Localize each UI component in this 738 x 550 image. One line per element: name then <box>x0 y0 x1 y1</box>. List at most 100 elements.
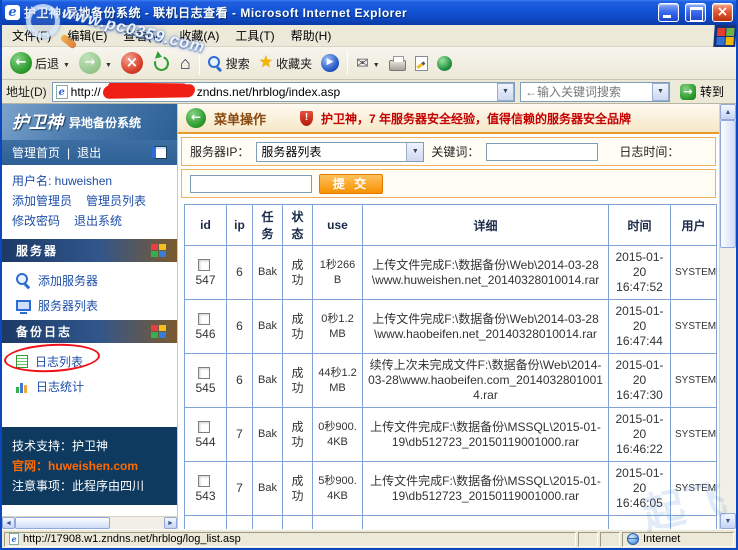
edit-button[interactable] <box>411 54 432 73</box>
media-button[interactable] <box>317 52 343 74</box>
log-stats-link[interactable]: 日志统计 <box>2 374 177 399</box>
nav-exit-link[interactable]: 退出 <box>77 144 101 161</box>
menu-item-edit[interactable]: 编辑(E) <box>59 25 115 46</box>
row-checkbox[interactable] <box>198 312 210 325</box>
table-row: 543 7 Bak 成功 5秒900.4KB 上传文件完成F:\数据备份\MSS… <box>184 461 717 516</box>
sidebar-logo: 护卫神 异地备份系统 <box>2 104 177 140</box>
logo-subtitle: 异地备份系统 <box>69 115 142 130</box>
submit-button[interactable]: 提 交 <box>319 173 383 194</box>
maximize-button[interactable] <box>685 3 706 22</box>
address-label: 地址(D) <box>6 85 47 99</box>
row-checkbox[interactable] <box>198 420 210 433</box>
refresh-icon <box>151 53 172 73</box>
server-list-icon <box>16 300 31 314</box>
favorites-button[interactable]: 收藏夹 <box>255 53 316 74</box>
close-button[interactable] <box>712 3 733 22</box>
go-button[interactable]: 转到 <box>675 80 732 103</box>
row-status: 成功 <box>282 461 313 516</box>
add-admin-link[interactable]: 添加管理员 <box>12 194 72 208</box>
sidebar-footer: 技术支持：护卫神 官网：huweishen.com 注意事项：此程序由四川 <box>2 427 177 505</box>
row-status: 成功 <box>282 407 313 462</box>
row-ip: 7 <box>226 407 253 462</box>
horizontal-scrollbar[interactable] <box>2 516 177 529</box>
home-button[interactable] <box>176 52 195 74</box>
mail-button[interactable] <box>352 54 384 73</box>
menu-item-view[interactable]: 查看(V) <box>115 25 171 46</box>
logout-link[interactable]: 退出系统 <box>74 214 122 228</box>
scroll-up-button[interactable] <box>720 104 736 120</box>
scroll-down-button[interactable] <box>720 513 736 529</box>
filter-form-row-2: 提 交 <box>181 169 716 198</box>
forward-button[interactable] <box>75 50 116 76</box>
row-user: SYSTEM <box>670 461 717 516</box>
row-status: 成功 <box>282 353 313 408</box>
row-checkbox[interactable] <box>198 474 210 487</box>
server-section-header: 服务器 <box>2 239 177 262</box>
col-detail: 详细 <box>362 204 609 246</box>
log-list-link[interactable]: 日志列表 <box>2 349 177 374</box>
print-button[interactable] <box>385 53 410 73</box>
cubes-icon <box>149 325 167 339</box>
row-ip: 7 <box>226 461 253 516</box>
keyword-search-dropdown[interactable] <box>651 82 669 101</box>
menu-item-file[interactable]: 文件(F) <box>4 25 59 46</box>
admin-list-link[interactable]: 管理员列表 <box>86 194 146 208</box>
keyword-input[interactable] <box>486 142 599 161</box>
backup-log-section-title: 备份日志 <box>16 325 73 339</box>
messenger-button[interactable] <box>433 54 456 73</box>
row-checkbox[interactable] <box>198 258 210 271</box>
status-cell <box>600 531 620 547</box>
site-text[interactable]: 官网：huweishen.com <box>12 456 167 476</box>
search-button[interactable]: 搜索 <box>204 53 254 74</box>
back-button[interactable]: 后退 <box>6 50 74 76</box>
vertical-scrollbar[interactable] <box>719 104 736 529</box>
select-dropdown-icon[interactable] <box>406 142 424 161</box>
server-select[interactable]: 服务器列表 <box>256 141 425 162</box>
minimize-button[interactable] <box>658 3 679 22</box>
row-checkbox[interactable] <box>198 366 210 379</box>
star-icon <box>259 55 273 71</box>
row-task: Bak <box>252 299 283 354</box>
row-use <box>312 515 363 529</box>
keyword-search-box[interactable]: ←输入关键词搜索 <box>519 81 670 102</box>
horizontal-scroll-thumb[interactable] <box>15 517 110 529</box>
horizontal-scroll-track[interactable] <box>110 517 164 529</box>
refresh-button[interactable] <box>148 52 175 75</box>
menu-back-icon[interactable] <box>186 108 206 128</box>
change-password-link[interactable]: 修改密码 <box>12 214 60 228</box>
row-time: 2015-01-20 16:46:22 <box>608 407 671 462</box>
row-time: 2015-01-20 16:47:30 <box>608 353 671 408</box>
row-ip: 6 <box>226 245 253 300</box>
scroll-right-button[interactable] <box>164 517 177 529</box>
address-bar: 地址(D) http://zndns.net/hrblog/index.asp … <box>2 80 736 104</box>
address-dropdown-button[interactable] <box>496 82 514 101</box>
log-stats-icon <box>16 381 29 393</box>
row-ip <box>226 515 253 529</box>
row-detail: 上传文件完成F:\数据备份\MSSQL\2015-01-19\db512723_… <box>362 407 609 462</box>
filter-form-row-1: 服务器IP： 服务器列表 关键词： 日志时间： <box>181 137 716 166</box>
server-list-link[interactable]: 服务器列表 <box>2 293 177 318</box>
go-label: 转到 <box>699 85 724 99</box>
menu-item-tools[interactable]: 工具(T) <box>227 25 282 46</box>
stop-button[interactable] <box>117 50 147 76</box>
row-user <box>670 515 717 529</box>
scroll-left-button[interactable] <box>2 517 15 529</box>
backup-log-section-header: 备份日志 <box>2 320 177 343</box>
address-input[interactable]: http://zndns.net/hrblog/index.asp <box>51 81 515 102</box>
vertical-scroll-thumb[interactable] <box>720 120 736 248</box>
menu-item-favorites[interactable]: 收藏(A) <box>171 25 227 46</box>
logo-title: 护卫神 <box>12 112 63 132</box>
nav-home-link[interactable]: 管理首页 <box>12 144 60 161</box>
toolbar: 后退 搜索 收藏夹 <box>2 47 736 80</box>
menu-item-help[interactable]: 帮助(H) <box>283 25 340 46</box>
table-row: 544 7 Bak 成功 0秒900.4KB 上传文件完成F:\数据备份\MSS… <box>184 407 717 462</box>
filter-input[interactable] <box>190 174 312 193</box>
row-time: 2015-01- <box>608 515 671 529</box>
vertical-scroll-track[interactable] <box>720 248 736 513</box>
row-use: 1秒266B <box>312 245 363 300</box>
status-url: http://17908.w1.zndns.net/hrblog/log_lis… <box>23 533 241 545</box>
row-user: SYSTEM <box>670 245 717 300</box>
log-list-icon <box>16 355 28 368</box>
add-server-link[interactable]: 添加服务器 <box>2 268 177 293</box>
row-detail: 上传文件完成F:\数据备份\Web\2014-03-28\www.huweish… <box>362 245 609 300</box>
